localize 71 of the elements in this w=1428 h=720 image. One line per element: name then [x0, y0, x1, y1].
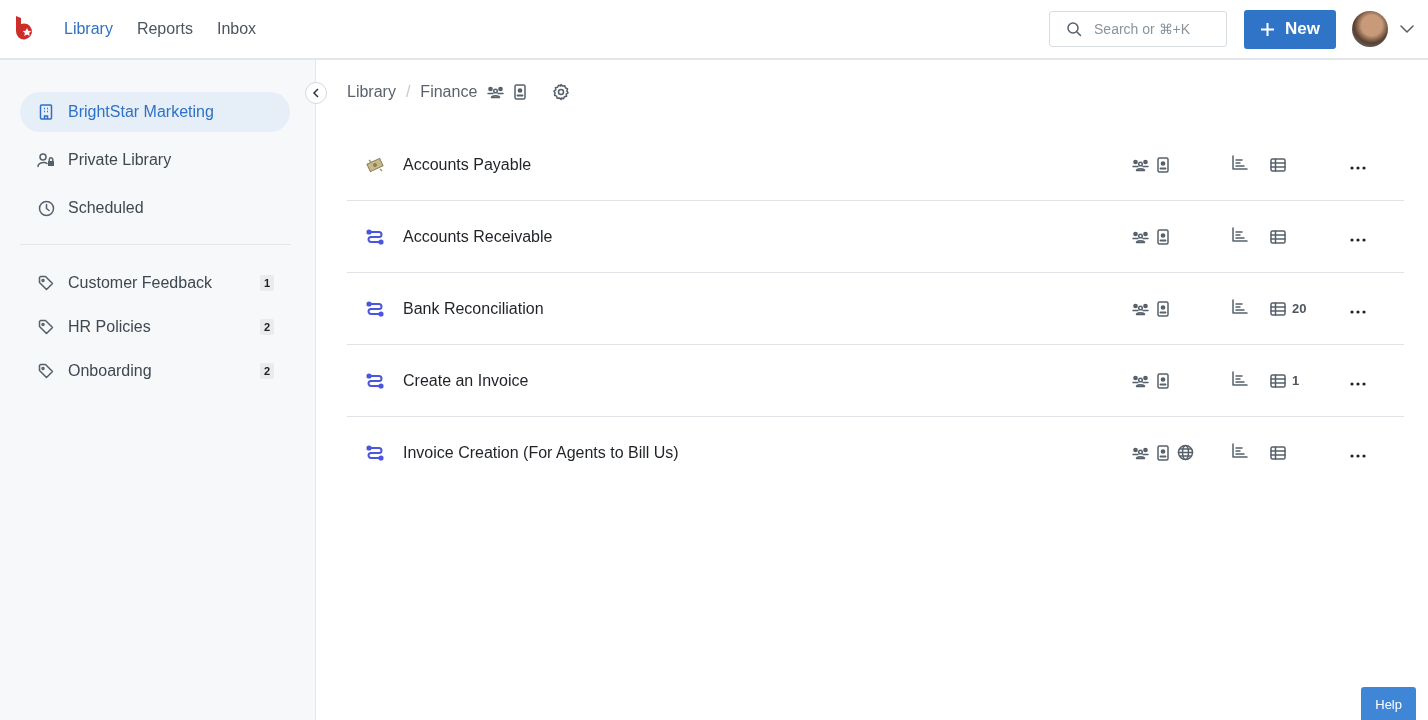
table-icon [1270, 157, 1286, 172]
caret-icon[interactable] [1400, 25, 1414, 33]
nav-tab[interactable]: Library [64, 20, 113, 38]
people-icon [1132, 445, 1149, 460]
tag-icon [38, 363, 54, 379]
sidebar-item[interactable]: BrightStar Marketing [20, 92, 290, 132]
breadcrumb-link[interactable]: Finance [420, 83, 478, 101]
workflow-icon [366, 444, 384, 461]
more-options-icon[interactable] [1350, 453, 1366, 458]
tag-icon [38, 275, 54, 291]
more-options-icon[interactable] [1350, 381, 1366, 386]
user-lock-icon [37, 152, 55, 168]
search-field[interactable]: Search or ⌘+K [1049, 11, 1228, 47]
search-icon [1066, 21, 1083, 37]
workflow-icon [366, 228, 384, 245]
id-card-icon [1157, 372, 1169, 389]
more-options-icon[interactable] [1350, 309, 1366, 314]
id-card-icon [1157, 300, 1169, 317]
chevron-left-icon [312, 88, 320, 98]
clock-icon [37, 199, 55, 217]
bar-chart-icon [1232, 227, 1248, 242]
people-icon [1132, 229, 1149, 244]
sidebar-item[interactable]: Private Library [20, 140, 290, 180]
count-badge: 2 [259, 363, 274, 379]
new-button[interactable]: New [1244, 9, 1336, 49]
sidebar-item[interactable]: Scheduled [20, 188, 290, 228]
people-icon [487, 85, 505, 99]
people-icon [1132, 373, 1149, 388]
table-icon [1270, 373, 1286, 388]
nav-tab[interactable]: Inbox [216, 20, 257, 38]
count-badge: 1 [259, 275, 274, 291]
globe-icon [1177, 444, 1194, 461]
bar-chart-icon [1232, 155, 1248, 170]
people-icon [1132, 301, 1149, 316]
breadcrumb-separator: / [405, 83, 411, 101]
breadcrumb-link[interactable]: Library [347, 83, 396, 101]
bar-chart-icon [1232, 299, 1248, 314]
building-icon [39, 104, 53, 120]
count-badge: 2 [259, 319, 274, 335]
item-title[interactable]: Create an Invoice [403, 371, 1132, 390]
workflow-icon [366, 372, 384, 389]
avatar[interactable] [1352, 11, 1388, 47]
tag-label[interactable]: Onboarding [68, 362, 248, 380]
more-options-icon[interactable] [1350, 165, 1366, 170]
table-icon [1270, 301, 1286, 316]
id-card-icon [1157, 228, 1169, 245]
more-options-icon[interactable] [1350, 237, 1366, 242]
tag-label[interactable]: Customer Feedback [68, 274, 248, 292]
people-icon [1132, 157, 1149, 172]
bar-chart-icon [1232, 371, 1248, 386]
id-card-icon [1157, 156, 1169, 173]
id-card-icon [514, 84, 527, 100]
item-title[interactable]: Invoice Creation (For Agents to Bill Us) [403, 443, 1132, 462]
table-count: 20 [1292, 301, 1307, 316]
item-title[interactable]: Accounts Receivable [403, 227, 1132, 246]
id-card-icon [1157, 444, 1169, 461]
item-title[interactable]: Accounts Payable [403, 155, 1132, 174]
money-icon [366, 156, 384, 173]
table-icon [1270, 229, 1286, 244]
table-count: 1 [1292, 373, 1300, 388]
nav-tab[interactable]: Reports [136, 20, 193, 38]
workflow-icon [366, 300, 384, 317]
collapse-sidebar-button[interactable] [305, 82, 327, 104]
table-icon [1270, 445, 1286, 460]
item-title[interactable]: Bank Reconciliation [403, 299, 1132, 318]
help-button[interactable]: Help [1361, 687, 1416, 720]
tag-label[interactable]: HR Policies [68, 318, 248, 336]
bar-chart-icon [1232, 443, 1248, 458]
settings-icon[interactable] [552, 83, 571, 101]
tag-icon [38, 319, 54, 335]
plus-icon [1260, 21, 1276, 37]
